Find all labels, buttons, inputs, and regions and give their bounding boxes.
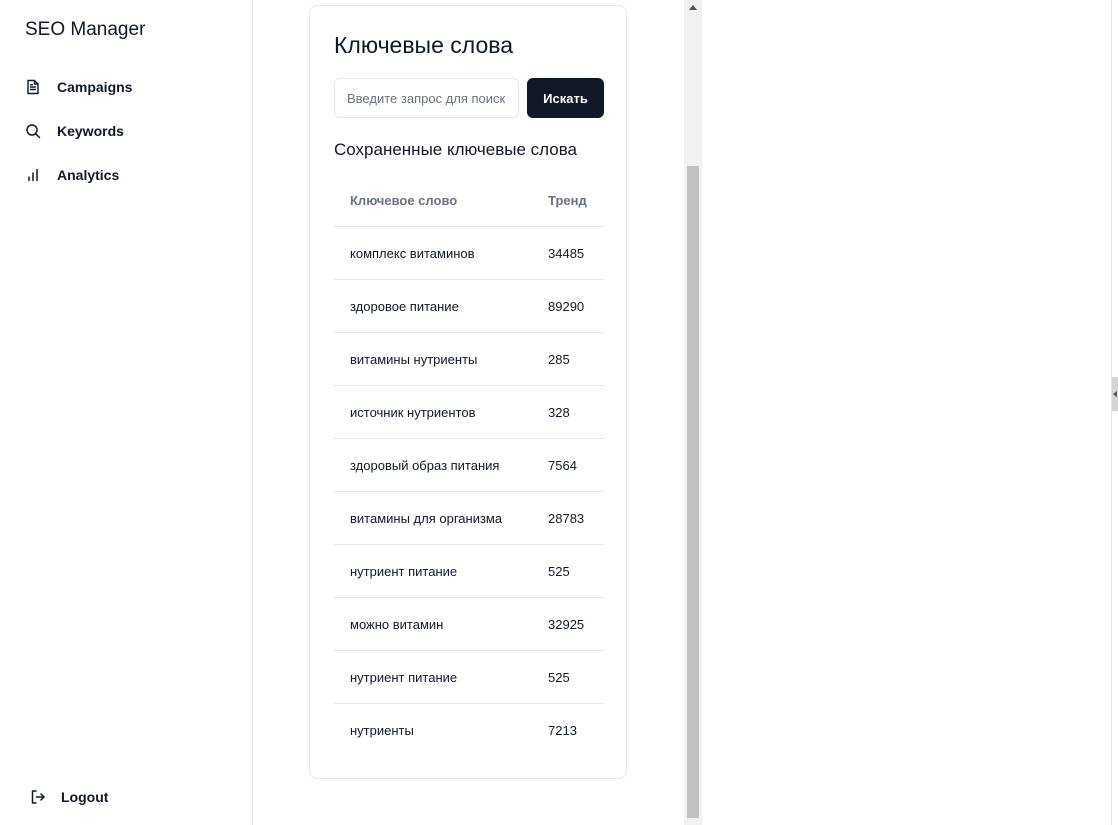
scrollbar-thumb[interactable]	[687, 166, 699, 818]
keyword-cell: комплекс витаминов	[334, 226, 532, 280]
chevron-left-icon	[1113, 391, 1117, 397]
trend-cell: 28783	[532, 491, 604, 545]
logout-button[interactable]: Logout	[30, 789, 108, 805]
trend-cell: 525	[532, 650, 604, 704]
keyword-cell: витамины для организма	[334, 491, 532, 545]
saved-keywords-title: Сохраненные ключевые слова	[334, 140, 577, 159]
table-row: нутриент питание 525	[334, 650, 604, 704]
trend-cell: 328	[532, 385, 604, 439]
keywords-card: Ключевые слова Искать Сохраненные ключев…	[309, 5, 627, 779]
table-row: нутриент питание 525	[334, 544, 604, 598]
table-row: комплекс витаминов 34485	[334, 226, 604, 280]
keyword-cell: можно витамин	[334, 597, 532, 651]
trend-cell: 34485	[532, 226, 604, 280]
trend-cell: 89290	[532, 279, 604, 333]
saved-keywords-table: Ключевое слово Тренд комплекс витаминов …	[334, 174, 604, 756]
brand-title: SEO Manager	[25, 19, 146, 40]
table-row: можно витамин 32925	[334, 597, 604, 651]
panel-resize-handle[interactable]	[1112, 377, 1118, 411]
logout-label: Logout	[61, 789, 109, 805]
table-row: нутриенты 7213	[334, 704, 604, 757]
sidebar-item-analytics[interactable]: Analytics	[0, 153, 252, 197]
column-header-trend: Тренд	[532, 174, 604, 227]
keyword-cell: нутриент питание	[334, 544, 532, 598]
sidebar: SEO Manager Campaigns Keywords Analytics…	[0, 0, 253, 825]
sidebar-item-campaigns[interactable]: Campaigns	[0, 65, 252, 109]
trend-cell: 7213	[548, 722, 577, 738]
trend-cell: 32925	[532, 597, 604, 651]
table-row: витамины нутриенты 285	[334, 332, 604, 386]
search-icon	[25, 123, 41, 139]
keywords-panel: Ключевые слова Искать Сохраненные ключев…	[253, 0, 702, 825]
keyword-cell: нутриенты	[350, 722, 414, 738]
bar-chart-icon	[25, 167, 41, 183]
keyword-cell: здоровое питание	[334, 279, 532, 333]
keyword-cell: витамины нутриенты	[334, 332, 532, 386]
sidebar-item-keywords[interactable]: Keywords	[0, 109, 252, 153]
search-input[interactable]	[334, 78, 519, 118]
keyword-cell: здоровый образ питания	[334, 438, 532, 492]
column-header-keyword: Ключевое слово	[334, 174, 532, 227]
trend-cell: 7564	[532, 438, 604, 492]
logout-icon	[30, 789, 46, 805]
table-row: источник нутриентов 328	[334, 385, 604, 439]
sidebar-item-label: Campaigns	[57, 79, 133, 95]
keyword-cell: источник нутриентов	[334, 385, 532, 439]
table-row: здоровое питание 89290	[334, 279, 604, 333]
table-row: здоровый образ питания 7564	[334, 438, 604, 492]
sidebar-nav: Campaigns Keywords Analytics	[0, 65, 252, 197]
trend-cell: 285	[532, 332, 604, 386]
sidebar-item-label: Keywords	[57, 123, 124, 139]
sidebar-item-label: Analytics	[57, 167, 120, 183]
trend-cell: 525	[532, 544, 604, 598]
scroll-up-arrow-icon[interactable]	[689, 5, 697, 10]
search-button[interactable]: Искать	[527, 78, 604, 118]
table-header-row: Ключевое слово Тренд	[334, 174, 604, 227]
vertical-scrollbar[interactable]	[684, 0, 702, 825]
keyword-cell: нутриент питание	[334, 650, 532, 704]
table-row: витамины для организма 28783	[334, 491, 604, 545]
right-edge-panel	[1111, 0, 1118, 825]
document-icon	[25, 79, 41, 95]
page-title: Ключевые слова	[334, 32, 513, 58]
